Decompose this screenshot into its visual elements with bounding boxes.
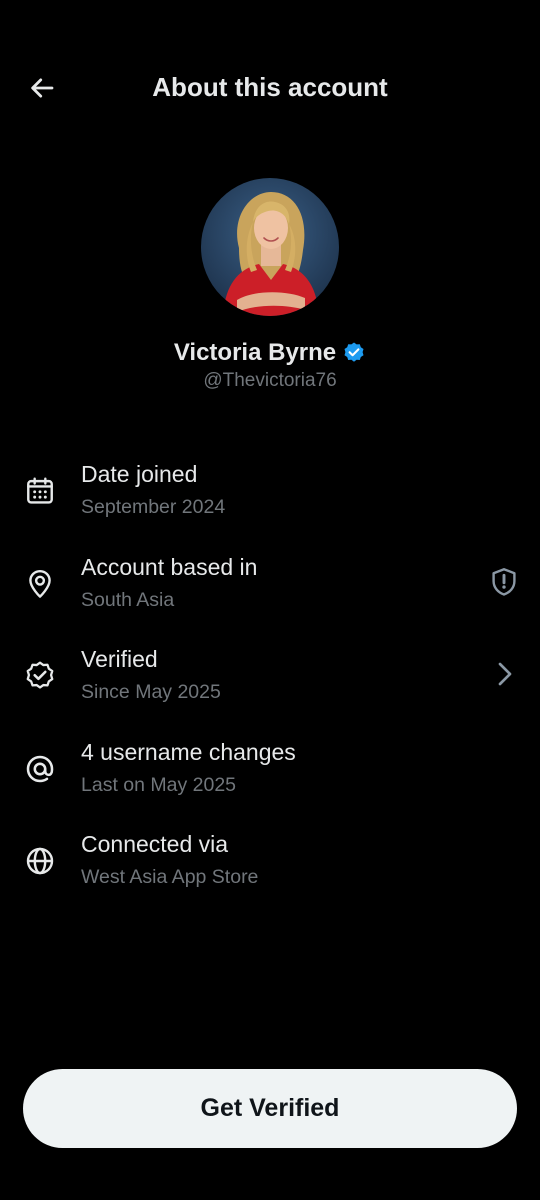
verified-badge-icon[interactable]	[342, 341, 366, 365]
at-sign-icon	[26, 755, 54, 782]
info-account-based-in: Account based in South Asia	[0, 548, 540, 641]
info-date-joined: Date joined September 2024	[0, 455, 540, 548]
page-title: About this account	[152, 72, 388, 102]
avatar[interactable]	[201, 178, 339, 316]
info-subtitle: West Asia App Store	[81, 866, 259, 888]
chevron-right-icon[interactable]	[488, 658, 520, 690]
profile-name-row: Victoria Byrne	[0, 338, 540, 368]
globe-icon	[26, 847, 54, 875]
verified-badge-outline-icon	[26, 661, 54, 689]
info-title: Date joined	[81, 461, 198, 487]
info-title: 4 username changes	[81, 738, 296, 765]
location-pin-icon	[29, 569, 51, 598]
account-info-list: Date joined September 2024 Account based…	[0, 455, 540, 918]
display-name: Victoria Byrne	[173, 339, 337, 366]
info-subtitle: Last on May 2025	[81, 773, 237, 796]
info-connected-via: Connected via West Asia App Store	[0, 825, 540, 918]
get-verified-button[interactable]: Get Verified	[23, 1069, 517, 1148]
info-subtitle: September 2024	[81, 496, 226, 518]
info-username-changes: 4 username changes Last on May 2025	[0, 733, 540, 826]
top-bar: About this account	[0, 0, 540, 172]
username-handle: @Thevictoria76	[203, 370, 337, 391]
info-verified[interactable]: Verified Since May 2025	[0, 640, 540, 733]
info-title: Verified	[81, 646, 158, 672]
shield-alert-icon[interactable]	[488, 566, 520, 598]
info-subtitle: Since May 2025	[81, 681, 221, 703]
info-title: Account based in	[81, 553, 258, 580]
info-subtitle: South Asia	[81, 588, 175, 611]
calendar-icon	[27, 477, 53, 504]
info-title: Connected via	[81, 831, 229, 857]
